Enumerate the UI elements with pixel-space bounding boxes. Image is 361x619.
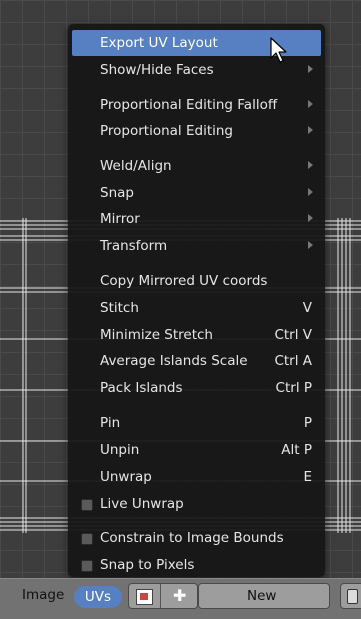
pin-icon [347,589,358,604]
menu-item-live-unwrap[interactable]: Live Unwrap [72,491,321,517]
menu-item-label: Export UV Layout [100,35,218,51]
constrain-to-image-bounds-checkbox[interactable] [81,533,93,545]
menu-item-transform[interactable]: Transform [72,233,321,259]
menu-item-label: Weld/Align [100,158,172,174]
menu-item-label: Unpin [100,442,140,458]
shortcut-label: Alt P [281,442,312,458]
menu-item-pin[interactable]: Pin P [72,410,321,436]
menu-item-label: Snap to Pixels [100,557,195,573]
new-button-label: New [247,588,277,604]
mouse-cursor-icon [270,37,287,63]
menu-item-label: Copy Mirrored UV coords [100,273,268,289]
menu-item-label: Show/Hide Faces [100,62,214,78]
menu-item-minimize-stretch[interactable]: Minimize Stretch Ctrl V [72,322,321,348]
menu-item-constrain-to-image-bounds[interactable]: Constrain to Image Bounds [72,525,321,551]
shortcut-label: Ctrl A [274,353,312,369]
menu-item-snap-to-pixels[interactable]: Snap to Pixels [72,552,321,578]
shortcut-label: V [302,300,312,316]
menu-item-label: Proportional Editing [100,123,233,139]
submenu-arrow-icon [308,241,313,249]
menu-item-label: Pin [100,415,121,431]
submenu-arrow-icon [308,214,313,222]
submenu-arrow-icon [308,161,313,169]
menu-item-label: Snap [100,185,134,201]
separator [160,584,161,608]
submenu-arrow-icon [308,188,313,196]
menu-item-mirror[interactable]: Mirror [72,206,321,232]
image-browse-icon[interactable] [136,589,153,605]
menu-item-pack-islands[interactable]: Pack Islands Ctrl P [72,375,321,401]
menu-item-label: Stitch [100,300,139,316]
shortcut-label: Ctrl V [274,327,312,343]
menu-item-proportional-editing[interactable]: Proportional Editing [72,118,321,144]
menu-item-unwrap[interactable]: Unwrap E [72,464,321,490]
menu-item-label: Pack Islands [100,380,183,396]
uv-editor-header: Image UVs ✚ New [0,578,361,619]
live-unwrap-checkbox[interactable] [81,499,93,511]
menu-item-label: Average Islands Scale [100,353,248,369]
menu-item-copy-mirrored-uv-coords[interactable]: Copy Mirrored UV coords [72,268,321,294]
snap-to-pixels-checkbox[interactable] [81,560,93,572]
menu-item-label: Unwrap [100,469,152,485]
uvs-menu[interactable]: UVs [74,586,122,608]
menu-item-snap[interactable]: Snap [72,180,321,206]
plus-icon[interactable]: ✚ [173,586,186,606]
submenu-arrow-icon [308,100,313,108]
menu-item-label: Live Unwrap [100,496,184,512]
menu-item-label: Proportional Editing Falloff [100,97,278,113]
menu-item-weld-align[interactable]: Weld/Align [72,153,321,179]
shortcut-label: E [303,469,312,485]
menu-item-label: Minimize Stretch [100,327,213,343]
pin-image-button[interactable] [340,583,361,609]
image-browse-group: ✚ [128,583,198,609]
uvs-menu-popup: Export UV Layout Show/Hide Faces Proport… [68,24,325,577]
submenu-arrow-icon [308,65,313,73]
menu-item-stitch[interactable]: Stitch V [72,295,321,321]
menu-item-unpin[interactable]: Unpin Alt P [72,437,321,463]
menu-item-label: Transform [100,238,168,254]
shortcut-label: P [303,415,312,431]
image-menu[interactable]: Image [22,587,64,603]
menu-item-label: Constrain to Image Bounds [100,530,284,546]
menu-item-average-islands-scale[interactable]: Average Islands Scale Ctrl A [72,348,321,374]
menu-item-label: Mirror [100,211,140,227]
new-image-button[interactable]: New [198,583,330,609]
shortcut-label: Ctrl P [275,380,312,396]
submenu-arrow-icon [308,126,313,134]
menu-item-proportional-editing-falloff[interactable]: Proportional Editing Falloff [72,92,321,118]
